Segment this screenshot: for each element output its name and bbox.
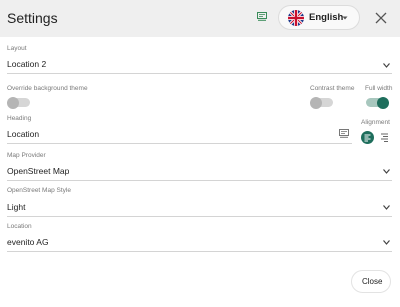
- override-bg-label: Override background theme: [7, 85, 88, 92]
- toggle-knob: [7, 96, 19, 109]
- toggle-knob: [377, 96, 389, 109]
- translate-icon[interactable]: [339, 129, 349, 138]
- close-button-label: Close: [362, 277, 383, 286]
- heading-input[interactable]: Location: [7, 129, 39, 139]
- alignment-label: Alignment: [361, 119, 390, 126]
- language-label: English: [309, 12, 344, 23]
- map-style-label: OpenStreet Map Style: [7, 187, 71, 194]
- override-bg-toggle[interactable]: [7, 96, 30, 109]
- align-left-button[interactable]: [361, 131, 374, 144]
- contrast-theme-label: Contrast theme: [310, 85, 355, 92]
- heading-label: Heading: [7, 115, 32, 122]
- layout-select[interactable]: Location 2: [7, 59, 46, 69]
- close-icon[interactable]: [375, 12, 387, 24]
- map-provider-label: Map Provider: [7, 152, 46, 159]
- contrast-theme-toggle[interactable]: [310, 96, 333, 109]
- location-select[interactable]: evenito AG: [7, 237, 49, 247]
- uk-flag-icon: [288, 10, 304, 26]
- full-width-toggle[interactable]: [366, 96, 389, 109]
- divider: [7, 180, 392, 181]
- align-right-icon[interactable]: [380, 133, 389, 142]
- map-provider-select[interactable]: OpenStreet Map: [7, 166, 69, 176]
- chevron-down-icon: [383, 240, 390, 245]
- chevron-down-icon: [342, 16, 348, 20]
- divider: [7, 73, 392, 74]
- translate-icon[interactable]: [257, 12, 267, 21]
- dialog-header: Settings English: [0, 0, 400, 37]
- close-button[interactable]: Close: [351, 270, 391, 293]
- layout-label: Layout: [7, 45, 27, 52]
- settings-panel: Layout Location 2 Override background th…: [0, 37, 400, 307]
- align-left-icon: [364, 134, 371, 142]
- divider: [7, 143, 352, 144]
- toggle-knob: [310, 96, 322, 109]
- divider: [7, 216, 392, 217]
- chevron-down-icon: [383, 63, 390, 68]
- map-style-select[interactable]: Light: [7, 202, 25, 212]
- chevron-down-icon: [383, 169, 390, 174]
- chevron-down-icon: [383, 205, 390, 210]
- dialog-title: Settings: [7, 10, 58, 26]
- divider: [7, 251, 392, 252]
- location-label: Location: [7, 223, 32, 230]
- language-selector[interactable]: English: [278, 5, 360, 30]
- full-width-label: Full width: [365, 85, 393, 92]
